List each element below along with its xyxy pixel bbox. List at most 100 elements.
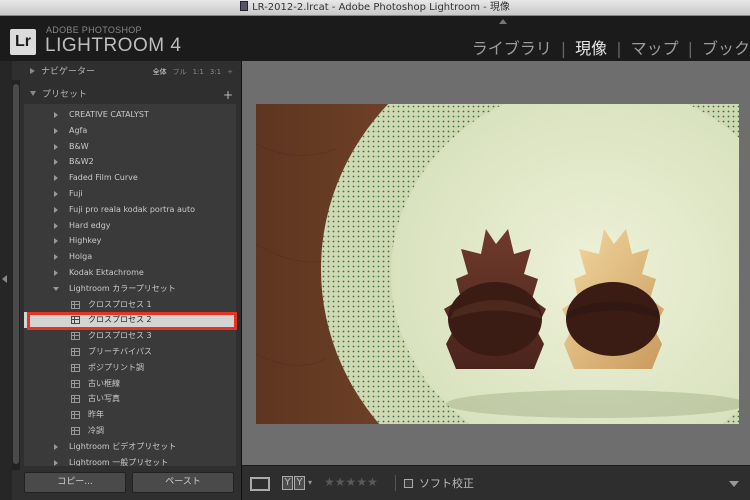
brand-product: LIGHTROOM 4: [45, 35, 182, 56]
preset-grid-icon: [71, 379, 80, 388]
preset-folder[interactable]: Faded Film Curve: [24, 170, 236, 186]
preset-item-label: ポジプリント調: [88, 362, 144, 372]
preset-grid-icon: [71, 411, 80, 420]
collapse-left-panel-icon[interactable]: [2, 275, 7, 283]
paste-button[interactable]: ペースト: [132, 472, 234, 493]
preset-item-label: ブリーチバイパス: [88, 347, 152, 356]
preset-item[interactable]: 冷調: [24, 423, 236, 439]
copy-button[interactable]: コピー...: [24, 472, 126, 493]
before-after-toggle[interactable]: Y Y ▾: [282, 476, 312, 490]
preset-folder[interactable]: Hard edgy: [24, 218, 236, 234]
presets-header[interactable]: プリセット +: [24, 85, 239, 105]
preset-item-label: クロスプロセス 3: [88, 331, 152, 341]
preset-folder[interactable]: Holga: [24, 249, 236, 265]
preset-item[interactable]: 古い框線: [24, 376, 236, 392]
document-icon: [240, 1, 249, 11]
preset-item[interactable]: クロスプロセス 3: [24, 328, 236, 344]
window-titlebar: LR-2012-2.lrcat - Adobe Photoshop Lightr…: [0, 0, 750, 16]
toolbar-divider: [395, 475, 396, 491]
cookies-on-plate-image: [256, 104, 739, 424]
disclosure-right-icon[interactable]: [54, 270, 58, 276]
zoom-fill[interactable]: フル: [173, 68, 187, 76]
soft-proof-checkbox[interactable]: [404, 479, 413, 488]
preset-item-label: クロスプロセス 1: [88, 299, 152, 309]
photo-preview[interactable]: [256, 104, 739, 424]
collapse-top-panel-icon[interactable]: [499, 19, 507, 24]
disclosure-right-icon[interactable]: [54, 191, 58, 197]
preset-folder-label: Lightroom 一般プリセット: [69, 457, 169, 466]
develop-toolbar: Y Y ▾ ★★★★★ ソフト校正: [242, 465, 750, 500]
preset-folder[interactable]: Lightroom カラープリセット: [24, 281, 236, 297]
preset-folder-label: Fuji: [69, 189, 83, 198]
preset-folder[interactable]: Fuji: [24, 186, 236, 202]
before-after-dropdown-icon[interactable]: ▾: [308, 478, 312, 487]
preset-folder-label: Hard edgy: [69, 220, 111, 230]
selection-highlight-annotation: [27, 312, 237, 330]
disclosure-right-icon[interactable]: [54, 112, 58, 118]
preset-folder[interactable]: Agfa: [24, 123, 236, 139]
disclosure-down-icon: [30, 91, 36, 96]
preset-folder[interactable]: Lightroom 一般プリセット: [24, 455, 236, 466]
module-separator: |: [616, 39, 622, 58]
window-title: LR-2012-2.lrcat - Adobe Photoshop Lightr…: [252, 2, 510, 13]
preset-folder-label: B&W: [69, 141, 89, 151]
disclosure-right-icon[interactable]: [54, 443, 58, 450]
preset-folder-label: CREATIVE CATALYST: [69, 110, 149, 119]
disclosure-right-icon[interactable]: [54, 143, 58, 150]
preset-item[interactable]: ブリーチバイパス: [24, 344, 236, 360]
disclosure-right-icon[interactable]: [54, 127, 58, 134]
before-view-icon[interactable]: Y: [282, 476, 293, 490]
zoom-1-1[interactable]: 1:1: [193, 68, 204, 76]
preset-folder[interactable]: Lightroom ビデオプリセット: [24, 439, 236, 455]
disclosure-right-icon[interactable]: [54, 238, 58, 245]
preset-folder[interactable]: Fuji pro reala kodak portra auto: [24, 202, 236, 218]
presets-label: プリセット: [42, 90, 88, 100]
disclosure-down-icon[interactable]: [53, 286, 59, 291]
zoom-menu-icon[interactable]: ÷: [227, 68, 233, 76]
preset-list: CREATIVE CATALYST Agfa B&W B&W2 Faded Film C…: [24, 104, 236, 466]
preset-item[interactable]: 古い写真: [24, 391, 236, 407]
preset-grid-icon: [71, 300, 80, 309]
preset-item-label: 古い写真: [88, 394, 120, 404]
disclosure-right-icon[interactable]: [54, 206, 58, 213]
preset-folder-label: Kodak Ektachrome: [69, 268, 144, 277]
navigator-header[interactable]: ナビゲーター 全体 フル 1:1 3:1 ÷: [24, 62, 239, 82]
disclosure-right-icon[interactable]: [54, 222, 58, 229]
rating-stars[interactable]: ★★★★★: [324, 475, 378, 489]
scrollbar-thumb[interactable]: [13, 84, 19, 464]
preset-item[interactable]: ポジプリント調: [24, 360, 236, 376]
preset-folder-label: Holga: [69, 252, 93, 262]
module-book[interactable]: ブック: [702, 39, 750, 58]
zoom-3-1[interactable]: 3:1: [210, 68, 221, 76]
preset-folder[interactable]: Kodak Ektachrome: [24, 265, 236, 281]
module-map[interactable]: マップ: [631, 39, 679, 58]
left-panel-buttons: コピー... ペースト: [24, 472, 236, 494]
disclosure-right-icon[interactable]: [54, 459, 58, 466]
disclosure-right-icon[interactable]: [54, 175, 58, 182]
disclosure-right-icon[interactable]: [54, 159, 58, 166]
preset-folder[interactable]: Highkey: [24, 233, 236, 249]
loupe-view-button[interactable]: [250, 477, 270, 491]
preset-grid-icon: [71, 348, 80, 356]
module-develop[interactable]: 現像: [575, 39, 607, 58]
preset-folder[interactable]: B&W: [24, 139, 236, 155]
preset-item[interactable]: 昨年: [24, 407, 236, 423]
preset-grid-icon: [71, 427, 80, 435]
module-library[interactable]: ライブラリ: [472, 39, 552, 58]
preset-item[interactable]: クロスプロセス 1: [24, 297, 236, 313]
toolbar-content-menu-icon[interactable]: [729, 481, 739, 487]
preset-folder-label: Lightroom カラープリセット: [69, 283, 176, 293]
preset-grid-icon: [71, 395, 80, 404]
left-panel-edge[interactable]: [0, 61, 12, 500]
disclosure-right-icon[interactable]: [54, 254, 58, 261]
preset-item-label: 昨年: [88, 410, 104, 420]
zoom-fit[interactable]: 全体: [153, 68, 167, 76]
preset-grid-icon: [71, 363, 80, 372]
module-picker: ライブラリ | 現像 | マップ | ブック: [472, 35, 750, 59]
add-preset-button[interactable]: +: [223, 85, 233, 105]
preset-folder-label: B&W2: [69, 157, 94, 167]
after-view-icon[interactable]: Y: [294, 476, 305, 490]
disclosure-right-icon: [30, 68, 35, 74]
preset-folder[interactable]: B&W2: [24, 154, 236, 170]
preset-folder[interactable]: CREATIVE CATALYST: [24, 107, 236, 123]
